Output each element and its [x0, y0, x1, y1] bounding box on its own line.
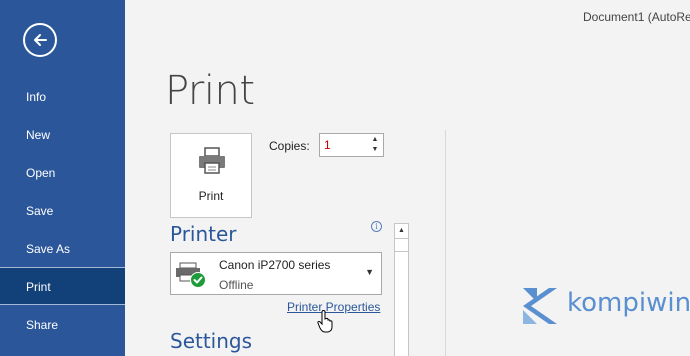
preview-divider — [445, 130, 446, 356]
sidebar-item-save-as[interactable]: Save As — [0, 230, 125, 268]
printer-status: Offline — [219, 278, 254, 292]
settings-heading: Settings — [170, 329, 253, 353]
page-title: Print — [165, 68, 255, 114]
settings-scrollbar[interactable]: ▲ — [394, 223, 409, 356]
print-button-label: Print — [198, 189, 224, 203]
kompiwin-logo-icon — [523, 288, 557, 324]
scroll-up-icon[interactable]: ▲ — [395, 224, 408, 239]
sidebar-item-share[interactable]: Share — [0, 306, 125, 344]
copies-input[interactable] — [324, 137, 364, 153]
printer-heading: Printer — [170, 222, 237, 246]
word-print-backstage: Info New Open Save Save As Print Share D… — [0, 0, 690, 356]
copies-decrement-icon[interactable]: ▼ — [369, 145, 381, 155]
sidebar-item-open[interactable]: Open — [0, 154, 125, 192]
chevron-down-icon: ▼ — [365, 267, 374, 277]
sidebar-item-save[interactable]: Save — [0, 192, 125, 230]
back-arrow-icon — [34, 34, 47, 46]
printer-icon — [199, 147, 225, 174]
hand-cursor-icon — [317, 310, 333, 333]
document-title: Document1 (AutoRe — [583, 10, 690, 24]
copies-stepper: ▲ ▼ — [319, 133, 384, 157]
back-button[interactable] — [23, 23, 57, 57]
info-icon[interactable]: i — [371, 221, 382, 232]
printer-name: Canon iP2700 series — [219, 258, 331, 272]
printer-ready-icon — [176, 262, 206, 288]
copies-increment-icon[interactable]: ▲ — [369, 135, 381, 145]
watermark-text: kompiwin — [567, 288, 690, 318]
sidebar-item-info[interactable]: Info — [0, 78, 125, 116]
sidebar-item-print[interactable]: Print — [0, 267, 125, 305]
backstage-sidebar: Info New Open Save Save As Print Share — [0, 0, 125, 356]
scroll-thumb[interactable] — [395, 251, 408, 356]
printer-dropdown[interactable]: Canon iP2700 series Offline ▼ — [170, 252, 382, 295]
print-button[interactable]: Print — [170, 133, 252, 218]
copies-label: Copies: — [269, 139, 310, 153]
sidebar-item-new[interactable]: New — [0, 116, 125, 154]
